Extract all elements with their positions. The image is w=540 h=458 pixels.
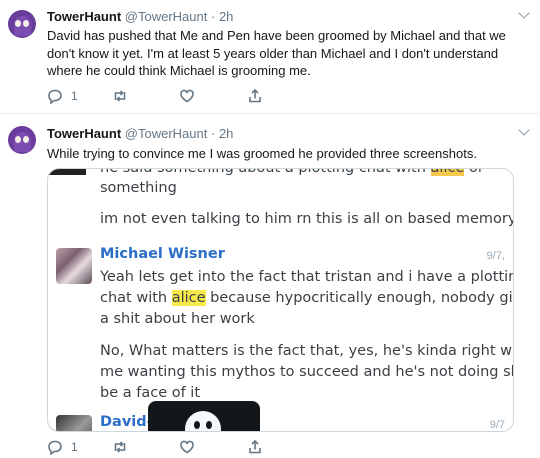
like-icon — [180, 440, 194, 454]
retweet-icon — [114, 441, 126, 453]
message-line: chat with alice because hypocritically e… — [100, 290, 514, 306]
reply-icon — [48, 89, 62, 104]
user-avatar[interactable] — [8, 10, 36, 38]
retweet-icon — [114, 90, 126, 102]
message-line: No, What matters is the fact that, yes, … — [100, 343, 514, 359]
message-timestamp: 9/7, — [486, 250, 505, 262]
author-name[interactable]: TowerHaunt — [47, 126, 121, 141]
like-button[interactable] — [179, 438, 195, 456]
like-icon — [180, 89, 194, 103]
retweet-button[interactable] — [112, 87, 128, 105]
share-button[interactable] — [247, 438, 263, 456]
highlight: alice — [171, 290, 206, 306]
like-button[interactable] — [179, 87, 195, 105]
share-icon — [249, 439, 261, 454]
michael-avatar — [56, 248, 92, 284]
retweet-button[interactable] — [112, 438, 128, 456]
message-author: Michael Wisner — [100, 246, 225, 262]
message-line: im not even talking to him rn this is al… — [100, 211, 514, 227]
message-author: David- — [100, 414, 153, 430]
tweet-time[interactable]: 2h — [219, 126, 233, 141]
tweet-text: David has pushed that Me and Pen have be… — [47, 28, 506, 78]
share-button[interactable] — [247, 87, 263, 105]
tweet-header: TowerHaunt @TowerHaunt · 2h — [47, 126, 233, 141]
reply-button[interactable]: 1 — [47, 87, 78, 105]
david-avatar — [56, 415, 92, 431]
reply-icon — [48, 440, 62, 455]
author-name[interactable]: TowerHaunt — [47, 9, 121, 24]
reply-button[interactable]: 1 — [47, 438, 78, 456]
tweet-time[interactable]: 2h — [219, 9, 233, 24]
share-icon — [249, 88, 261, 103]
tweet-1[interactable]: TowerHaunt @TowerHaunt · 2h David has pu… — [0, 0, 540, 112]
message-line: Yeah lets get into the fact that tristan… — [100, 269, 514, 285]
tweet-text: While trying to convince me I was groome… — [47, 146, 477, 161]
reply-count: 1 — [71, 440, 78, 454]
message-line: me wanting this mythos to succeed and he… — [100, 364, 514, 380]
tweet-actions: 1 — [47, 87, 527, 105]
cropped-avatar — [48, 169, 86, 175]
caret-down-icon[interactable] — [518, 7, 530, 19]
user-avatar[interactable] — [8, 126, 36, 154]
tweet-header: TowerHaunt @TowerHaunt · 2h — [47, 9, 233, 24]
message-line: a shit about her work — [100, 311, 255, 327]
separator: · — [210, 9, 216, 24]
tweet-actions: 1 — [47, 438, 527, 456]
message-timestamp: 9/7 — [489, 419, 505, 431]
reply-count: 1 — [71, 89, 78, 103]
author-handle[interactable]: @TowerHaunt — [125, 9, 208, 24]
message-line: something — [100, 180, 177, 196]
caret-down-icon[interactable] — [518, 124, 530, 136]
tweet-image[interactable]: he said something about a plotting chat … — [47, 168, 514, 432]
ghost-overlay — [148, 401, 260, 431]
author-handle[interactable]: @TowerHaunt — [125, 126, 208, 141]
separator: · — [210, 126, 216, 141]
